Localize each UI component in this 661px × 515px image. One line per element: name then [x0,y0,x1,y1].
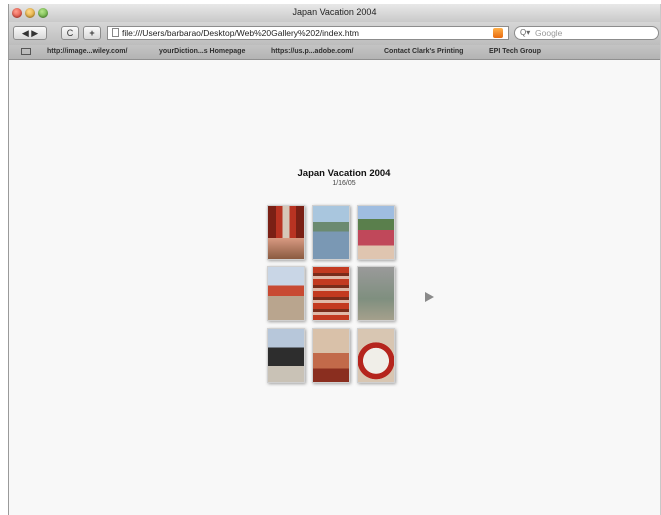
photo-thumbnail[interactable] [357,205,395,260]
bookmarks-bar: http://image...wiley.com/ yourDiction...… [9,45,660,60]
gallery-date: 1/16/05 [332,180,356,187]
bookmarks-book-icon[interactable] [21,48,31,55]
photo-thumbnail[interactable] [357,266,395,321]
browser-window: Japan Vacation 2004 ◀ ▶ C + file:///User… [8,4,661,515]
back-forward-button[interactable]: ◀ ▶ [13,26,47,40]
photo-thumbnail[interactable] [267,266,305,321]
photo-thumbnail[interactable] [267,328,305,383]
rss-icon[interactable] [493,28,503,38]
gallery-title: Japan Vacation 2004 [297,168,391,179]
add-bookmark-button[interactable]: + [83,26,101,40]
bookmark-link[interactable]: https://us.p...adobe.com/ [271,48,353,55]
photo-thumbnail[interactable] [357,328,395,383]
photo-thumbnail[interactable] [312,205,350,260]
title-bar[interactable]: Japan Vacation 2004 [9,4,660,23]
window-title: Japan Vacation 2004 [292,7,377,17]
search-field[interactable]: Q▾ Google [514,26,659,40]
photo-thumbnail[interactable] [312,328,350,383]
bookmark-link[interactable]: http://image...wiley.com/ [47,48,127,55]
photo-thumbnail[interactable] [312,266,350,321]
page-content: Japan Vacation 2004 1/16/05 [9,60,660,515]
bookmark-link[interactable]: EPI Tech Group [489,48,541,55]
reload-button[interactable]: C [61,26,79,40]
page-icon [112,28,119,37]
bookmark-link[interactable]: yourDiction...s Homepage [159,48,245,55]
photo-thumbnail[interactable] [267,205,305,260]
toolbar: ◀ ▶ C + file:///Users/barbarao/Desktop/W… [9,22,660,45]
address-url[interactable]: file:///Users/barbarao/Desktop/Web%20Gal… [122,28,359,38]
address-bar[interactable]: file:///Users/barbarao/Desktop/Web%20Gal… [107,26,509,40]
search-placeholder: Google [535,28,563,38]
bookmark-link[interactable]: Contact Clark's Printing [384,48,463,55]
search-icon[interactable]: Q▾ [520,27,530,39]
next-arrow-icon[interactable] [425,292,434,302]
